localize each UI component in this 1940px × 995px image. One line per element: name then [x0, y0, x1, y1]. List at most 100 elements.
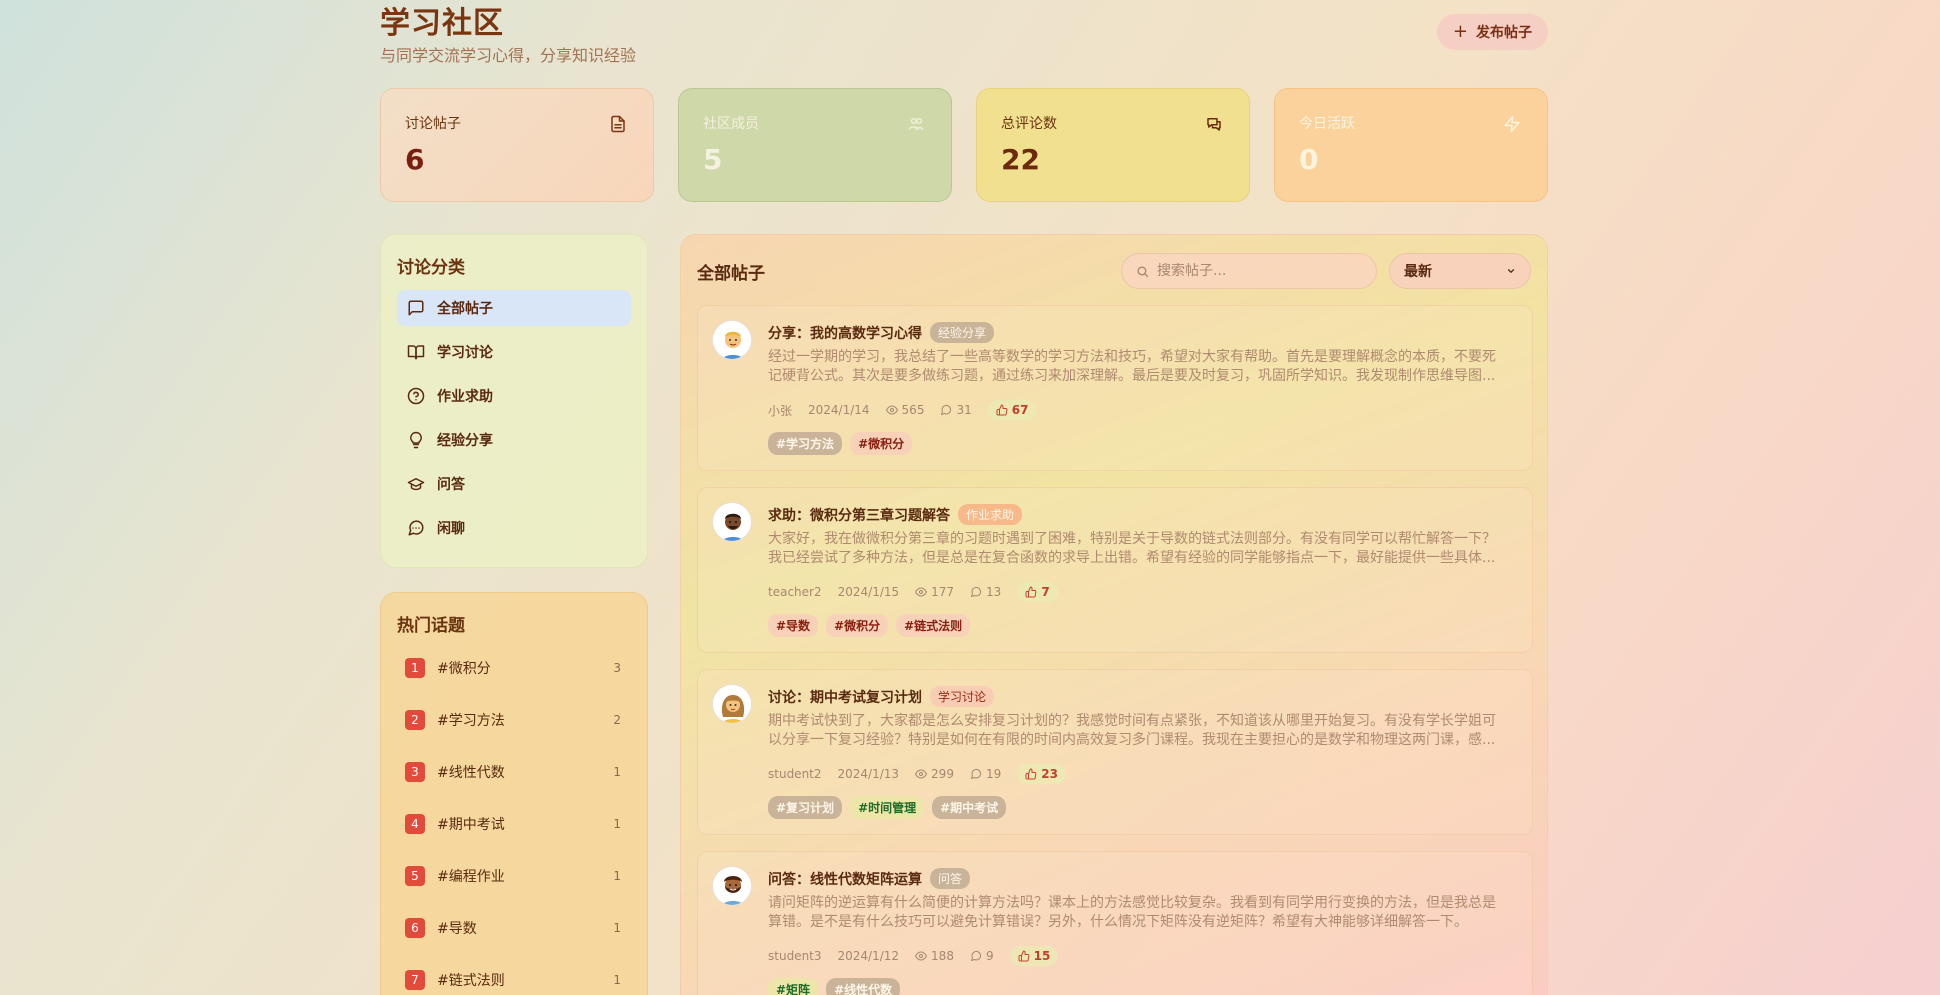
stat-label: 讨论帖子 [405, 116, 461, 132]
stat-card-comments: 总评论数 22 [976, 88, 1250, 202]
chat-icon [1207, 118, 1221, 131]
post-comments-count: 13 [986, 585, 1002, 599]
eye-icon [915, 951, 928, 961]
avatar[interactable] [712, 320, 752, 360]
post-excerpt: 经过一学期的学习，我总结了一些高等数学的学习方法和技巧，希望对大家有帮助。首先是… [768, 349, 1496, 384]
hot-topic-rank: 7 [405, 970, 425, 990]
thumbs-up-icon [1025, 586, 1037, 598]
lightning-icon [1504, 115, 1520, 133]
graduation-cap-icon [407, 478, 425, 491]
post-tag[interactable]: #学习方法 [768, 432, 843, 455]
post-title[interactable]: 讨论：期中考试复习计划 [768, 687, 922, 707]
category-item-study[interactable]: 学习讨论 [397, 334, 631, 370]
post-title[interactable]: 问答：线性代数矩阵运算 [768, 869, 922, 889]
hot-topic-rank: 1 [405, 658, 425, 678]
category-label: 全部帖子 [437, 301, 493, 317]
post-author[interactable]: 小张 [768, 402, 792, 419]
post-tag[interactable]: #复习计划 [768, 796, 843, 819]
stat-value: 6 [405, 143, 425, 176]
post-date: 2024/1/12 [837, 949, 900, 963]
post-date: 2024/1/14 [808, 403, 870, 417]
post-likes-count: 23 [1041, 767, 1058, 781]
comment-icon [941, 404, 952, 415]
hot-topic-count: 1 [613, 869, 621, 883]
post-author[interactable]: teacher2 [768, 585, 822, 599]
page-title: 学习社区 [380, 6, 504, 41]
post-tag[interactable]: #微积分 [826, 614, 889, 637]
post-tag[interactable]: #期中考试 [932, 796, 1007, 819]
post-card[interactable]: 求助：微积分第三章习题解答 作业求助 大家好，我在做微积分第三章的习题时遇到了困… [697, 487, 1533, 653]
post-meta: 小张 2024/1/14 565 31 67 [768, 400, 1037, 420]
post-views: 188 [915, 949, 954, 963]
category-item-experience[interactable]: 经验分享 [397, 422, 631, 458]
post-author[interactable]: student2 [768, 767, 822, 781]
category-item-all[interactable]: 全部帖子 [397, 290, 631, 326]
post-title[interactable]: 分享：我的高数学习心得 [768, 323, 922, 343]
category-item-homework[interactable]: 作业求助 [397, 378, 631, 414]
hot-topic-rank: 3 [405, 762, 425, 782]
hot-topic-item[interactable]: 7 #链式法则 1 [397, 954, 631, 995]
category-label: 闲聊 [437, 521, 465, 537]
post-comments: 31 [940, 403, 972, 417]
hot-topics-panel: 热门话题 1 #微积分 3 2 #学习方法 2 3 #线性代数 1 4 #期中考… [380, 592, 648, 995]
like-button[interactable]: 23 [1017, 764, 1066, 784]
plus-icon: + [1452, 21, 1468, 42]
post-comments: 9 [970, 949, 994, 963]
hot-topic-name: #线性代数 [437, 765, 505, 781]
stat-card-posts: 讨论帖子 6 [380, 88, 654, 202]
post-card[interactable]: 问答：线性代数矩阵运算 问答 请问矩阵的逆运算有什么简便的计算方法吗？课本上的方… [697, 851, 1533, 995]
hot-topic-item[interactable]: 2 #学习方法 2 [397, 694, 631, 746]
post-category-badge: 作业求助 [958, 504, 1023, 525]
post-excerpt: 期中考试快到了，大家都是怎么安排复习计划的？我感觉时间有点紧张，不知道该从哪里开… [768, 713, 1496, 748]
category-label: 问答 [437, 477, 465, 493]
posts-panel-title: 全部帖子 [697, 264, 765, 284]
post-likes-count: 67 [1011, 403, 1029, 417]
category-label: 经验分享 [437, 433, 493, 449]
post-tag[interactable]: #链式法则 [896, 614, 971, 637]
avatar[interactable] [712, 502, 752, 542]
category-item-chat[interactable]: 闲聊 [397, 510, 631, 546]
page-container: 学习社区 与同学交流学习心得，分享知识经验 + 发布帖子 讨论帖子 6 社区成员… [380, 0, 1548, 995]
post-views: 177 [915, 585, 954, 599]
category-label: 作业求助 [437, 389, 493, 405]
post-header: 分享：我的高数学习心得 经验分享 [768, 322, 995, 343]
like-button[interactable]: 67 [987, 400, 1037, 420]
book-open-icon [407, 345, 425, 360]
post-excerpt: 大家好，我在做微积分第三章的习题时遇到了困难，特别是关于导数的链式法则部分。有没… [768, 531, 1496, 566]
hot-topic-item[interactable]: 3 #线性代数 1 [397, 746, 631, 798]
post-views-count: 299 [931, 767, 954, 781]
post-comments-count: 31 [956, 403, 972, 417]
post-tag[interactable]: #导数 [768, 614, 819, 637]
page-subtitle: 与同学交流学习心得，分享知识经验 [380, 46, 637, 65]
like-button[interactable]: 7 [1017, 582, 1058, 602]
search-box[interactable] [1121, 253, 1377, 289]
hot-topic-item[interactable]: 4 #期中考试 1 [397, 798, 631, 850]
post-views: 565 [885, 403, 925, 417]
stat-label: 总评论数 [1001, 116, 1057, 132]
post-tag[interactable]: #线性代数 [826, 978, 901, 995]
avatar[interactable] [712, 684, 752, 724]
stat-label: 社区成员 [703, 116, 759, 132]
post-tag[interactable]: #矩阵 [768, 978, 819, 995]
like-button[interactable]: 15 [1009, 946, 1059, 966]
new-post-button[interactable]: + 发布帖子 [1436, 14, 1548, 50]
eye-icon [885, 405, 898, 415]
avatar[interactable] [712, 866, 752, 906]
hot-topic-item[interactable]: 6 #导数 1 [397, 902, 631, 954]
post-views: 299 [915, 767, 954, 781]
category-item-qa[interactable]: 问答 [397, 466, 631, 502]
post-likes-count: 7 [1041, 585, 1050, 599]
search-input[interactable] [1157, 263, 1357, 279]
post-card[interactable]: 讨论：期中考试复习计划 学习讨论 期中考试快到了，大家都是怎么安排复习计划的？我… [697, 669, 1533, 835]
sort-select[interactable]: 最新 [1389, 253, 1531, 289]
post-author[interactable]: student3 [768, 949, 822, 963]
post-title[interactable]: 求助：微积分第三章习题解答 [768, 505, 950, 525]
post-card[interactable]: 分享：我的高数学习心得 经验分享 经过一学期的学习，我总结了一些高等数学的学习方… [697, 305, 1533, 471]
post-views-count: 565 [901, 403, 925, 417]
post-tag[interactable]: #微积分 [850, 432, 913, 455]
hot-topic-item[interactable]: 1 #微积分 3 [397, 642, 631, 694]
post-tag[interactable]: #时间管理 [850, 796, 925, 819]
post-views-count: 177 [931, 585, 955, 599]
post-meta: student2 2024/1/13 299 19 23 [768, 764, 1066, 784]
hot-topic-item[interactable]: 5 #编程作业 1 [397, 850, 631, 902]
